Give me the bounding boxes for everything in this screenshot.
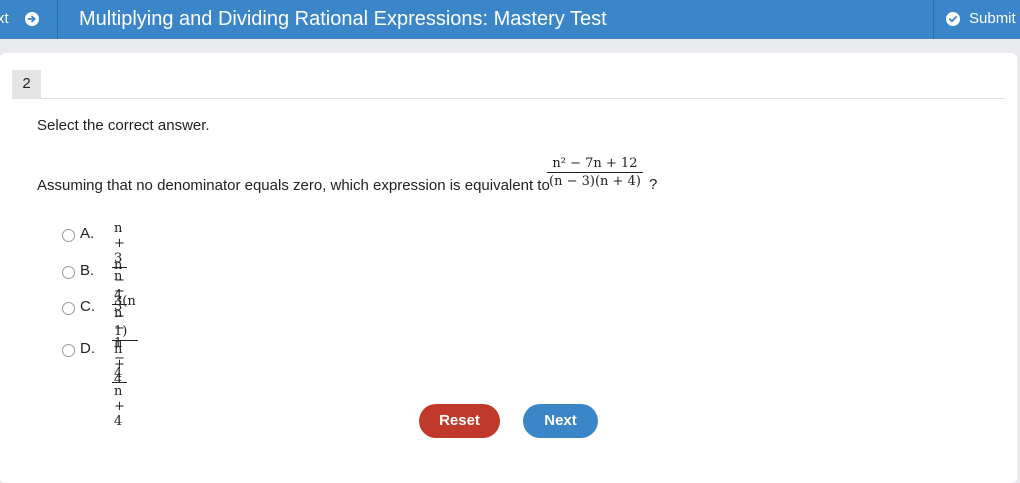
- expression-numerator: n² − 7n + 12: [552, 156, 638, 171]
- option-a-letter: A.: [80, 225, 95, 242]
- arrow-circle-right-icon: [25, 12, 39, 31]
- test-title: Multiplying and Dividing Rational Expres…: [79, 8, 607, 30]
- option-b-radio[interactable]: [62, 266, 75, 279]
- submit-label: Submit T: [969, 10, 1020, 27]
- instruction-text: Select the correct answer.: [37, 117, 210, 134]
- question-prompt: Assuming that no denominator equals zero…: [37, 177, 550, 194]
- submit-button[interactable]: Submit T: [933, 0, 1020, 39]
- option-d-expression: n − 4 n + 4: [112, 334, 127, 429]
- option-a-radio[interactable]: [62, 229, 75, 242]
- option-d-numerator: n − 4: [114, 336, 125, 381]
- previous-button[interactable]: xt: [0, 0, 58, 39]
- option-d-radio[interactable]: [62, 344, 75, 357]
- option-c-letter: C.: [80, 298, 95, 315]
- next-button[interactable]: Next: [523, 404, 598, 438]
- option-c-radio[interactable]: [62, 302, 75, 315]
- option-c-numerator: 3(n − 1): [114, 294, 136, 339]
- divider: [12, 98, 1005, 99]
- question-number: 2: [12, 70, 41, 98]
- option-d-letter: D.: [80, 340, 95, 357]
- question-expression: n² − 7n + 12 (n − 3)(n + 4): [547, 154, 643, 189]
- top-bar: xt Multiplying and Dividing Rational Exp…: [0, 0, 1020, 39]
- previous-label: xt: [0, 10, 9, 27]
- option-b-letter: B.: [80, 262, 95, 279]
- question-card: 2 Select the correct answer. Assuming th…: [0, 53, 1017, 483]
- check-circle-icon: [946, 12, 960, 31]
- option-d-denominator: n + 4: [114, 384, 125, 429]
- question-mark: ?: [649, 176, 658, 193]
- expression-denominator: (n − 3)(n + 4): [549, 174, 641, 189]
- reset-button[interactable]: Reset: [419, 404, 500, 438]
